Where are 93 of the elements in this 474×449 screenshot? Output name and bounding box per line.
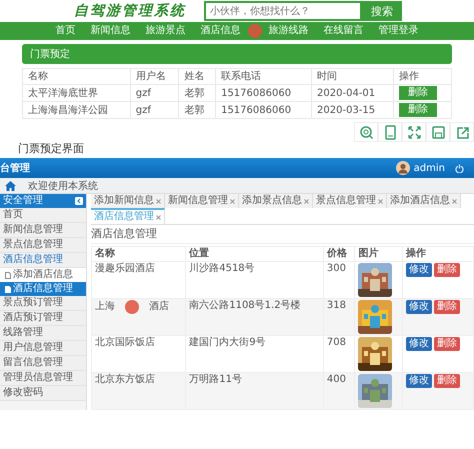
table-cell: 老郭	[178, 102, 216, 118]
tab[interactable]: 添加酒店信息	[387, 194, 461, 208]
phone-icon[interactable]	[382, 124, 398, 140]
sidebar-item[interactable]: 留言信息管理	[0, 356, 86, 371]
column-header: 操作	[402, 246, 474, 262]
username[interactable]: admin	[414, 162, 445, 174]
nav-link[interactable]: 旅游线路	[268, 24, 308, 38]
hotel-name: 酒店	[149, 301, 169, 313]
tab[interactable]: 添加新闻信息	[91, 194, 165, 208]
nav-link[interactable]: 酒店信息	[200, 24, 240, 38]
sidebar-item[interactable]: 管理员信息管理	[0, 371, 86, 386]
table-cell: 15176086060	[216, 102, 312, 118]
table-cell: 400	[323, 372, 355, 410]
column-header: 用户名	[130, 68, 179, 84]
delete-button[interactable]: 删除	[398, 86, 437, 100]
delete-button[interactable]: 删除	[434, 337, 460, 351]
table-cell: 南六公路1108号1.2号楼	[186, 298, 324, 336]
sidebar-item[interactable]: 修改密码	[0, 386, 86, 401]
nav-link[interactable]: 在线留言	[324, 24, 364, 38]
save-icon[interactable]	[430, 124, 446, 140]
edit-button[interactable]: 修改	[406, 263, 432, 277]
edit-button[interactable]: 修改	[406, 374, 432, 388]
hotel-name: 北京东方饭店	[95, 374, 155, 385]
tab[interactable]: 新闻信息管理	[165, 194, 239, 208]
sidebar-header: 安全管理	[3, 195, 43, 207]
close-icon[interactable]	[230, 198, 235, 204]
home-icon[interactable]	[5, 180, 16, 190]
table-cell: gzf	[130, 84, 179, 102]
tab[interactable]: 添加景点信息	[239, 194, 313, 208]
sidebar-item[interactable]: 线路管理	[0, 326, 86, 341]
share-icon[interactable]	[454, 124, 470, 140]
hotel-name: 上海	[95, 301, 115, 313]
caption: 门票预定界面	[18, 142, 85, 156]
site-logo: 自驾游管理系统	[74, 2, 186, 20]
edit-button[interactable]: 修改	[406, 337, 432, 351]
column-header: 名称	[22, 68, 130, 84]
sidebar-item[interactable]: 酒店预订管理	[0, 311, 86, 326]
column-header: 操作	[393, 68, 452, 84]
nav-link[interactable]: 新闻信息	[90, 24, 130, 38]
close-icon[interactable]	[304, 198, 309, 204]
table-cell: 太平洋海底世界	[22, 84, 130, 102]
app-title: 台管理	[0, 162, 31, 175]
expand-icon[interactable]	[406, 124, 422, 140]
close-icon[interactable]	[156, 214, 161, 220]
column-header: 价格	[323, 246, 355, 262]
hotel-name: 漫趣乐园酒店	[95, 263, 155, 274]
column-header: 名称	[92, 246, 186, 262]
mouse-cursor-icon	[125, 300, 139, 314]
nav-link[interactable]: 旅游景点	[146, 24, 186, 38]
sidebar-item[interactable]: 首页	[0, 208, 86, 223]
collapse-icon[interactable]	[75, 197, 83, 205]
column-header: 时间	[312, 68, 394, 84]
delete-button[interactable]: 删除	[398, 103, 437, 117]
panel-header: 门票预定	[22, 44, 452, 64]
table-cell: 万明路11号	[186, 372, 324, 410]
table-cell: gzf	[130, 102, 179, 118]
search-icon[interactable]	[358, 124, 374, 140]
table-cell: 老郭	[178, 84, 216, 102]
delete-button[interactable]: 删除	[434, 300, 460, 314]
table-cell: 2020-04-01	[312, 84, 394, 102]
sidebar-subitem[interactable]: 酒店信息管理	[0, 282, 86, 296]
close-icon[interactable]	[156, 198, 161, 204]
page-title: 酒店信息管理	[91, 227, 474, 244]
sidebar-item[interactable]: 酒店信息管理	[0, 253, 86, 268]
column-header: 姓名	[178, 68, 216, 84]
table-cell: 15176086060	[216, 84, 312, 102]
power-icon[interactable]	[455, 164, 464, 172]
search-field[interactable]: 小伙伴，你想找什么？	[204, 1, 362, 21]
edit-button[interactable]: 修改	[406, 300, 432, 314]
sidebar-item[interactable]: 用户信息管理	[0, 341, 86, 356]
nav-link[interactable]: 首页	[56, 24, 76, 38]
avatar-icon	[396, 161, 410, 175]
search-button[interactable]: 搜索	[362, 1, 402, 21]
delete-button[interactable]: 删除	[434, 374, 460, 388]
table-cell: 上海海昌海洋公园	[22, 102, 130, 118]
hotel-name: 北京国际饭店	[95, 337, 155, 348]
delete-button[interactable]: 删除	[434, 263, 460, 277]
sidebar-item[interactable]: 景点预订管理	[0, 296, 86, 311]
breadcrumb[interactable]: 欢迎使用本系统	[28, 178, 98, 192]
column-header: 联系电话	[216, 68, 312, 84]
tab[interactable]: 景点信息管理	[313, 194, 387, 208]
mouse-cursor-icon	[248, 24, 262, 38]
column-header: 位置	[186, 246, 324, 262]
table-cell: 318	[323, 298, 355, 336]
table-cell: 2020-03-15	[312, 102, 394, 118]
sidebar-subitem[interactable]: 添加酒店信息	[0, 268, 86, 282]
sidebar-item[interactable]: 景点信息管理	[0, 238, 86, 253]
sidebar-item[interactable]: 新闻信息管理	[0, 223, 86, 238]
tab[interactable]: 酒店信息管理	[91, 208, 165, 224]
close-icon[interactable]	[378, 198, 383, 204]
nav-link[interactable]: 管理登录	[378, 24, 418, 38]
close-icon[interactable]	[452, 198, 457, 204]
column-header: 图片	[354, 246, 402, 262]
